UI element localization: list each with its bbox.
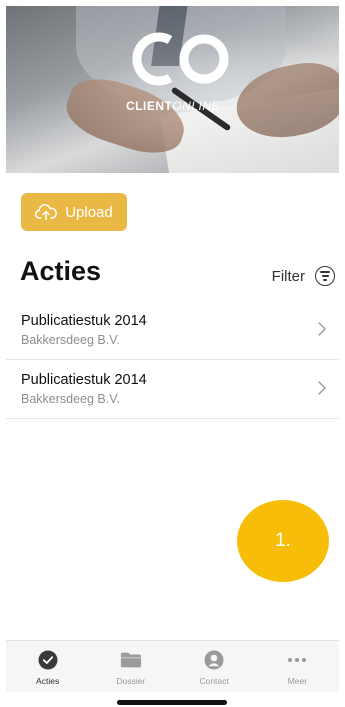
list-item[interactable]: Publicatiestuk 2014 Bakkersdeeg B.V. bbox=[6, 301, 339, 360]
cloud-upload-icon bbox=[35, 204, 58, 221]
actions-list: Publicatiestuk 2014 Bakkersdeeg B.V. Pub… bbox=[6, 301, 339, 419]
clientonline-logo-text: CLIENTONLINE bbox=[126, 99, 236, 113]
clientonline-logo-mark bbox=[132, 32, 229, 86]
logo-text-light: ONLINE bbox=[172, 99, 221, 113]
filter-label: Filter bbox=[271, 267, 305, 285]
more-dots-icon bbox=[286, 650, 308, 670]
list-item-subtitle: Bakkersdeeg B.V. bbox=[21, 333, 120, 347]
filter-icon bbox=[315, 266, 335, 286]
upload-button[interactable]: Upload bbox=[21, 193, 127, 231]
home-indicator bbox=[117, 700, 227, 705]
tab-label: Acties bbox=[36, 676, 60, 686]
tab-contact[interactable]: Contact bbox=[173, 641, 256, 692]
tab-label: Dossier bbox=[116, 676, 146, 686]
person-circle-icon bbox=[203, 650, 225, 670]
step-marker: 1. bbox=[237, 500, 329, 582]
tab-label: Contact bbox=[199, 676, 229, 686]
chevron-right-icon bbox=[318, 322, 326, 336]
check-circle-icon bbox=[37, 650, 59, 670]
tab-label: Meer bbox=[287, 676, 308, 686]
tab-bar: Acties Dossier Contact Meer bbox=[6, 640, 339, 692]
tab-acties[interactable]: Acties bbox=[6, 641, 89, 692]
upload-button-label: Upload bbox=[65, 203, 113, 221]
tab-dossier[interactable]: Dossier bbox=[89, 641, 172, 692]
folder-icon bbox=[120, 650, 142, 670]
list-item-title: Publicatiestuk 2014 bbox=[21, 313, 147, 329]
list-item-subtitle: Bakkersdeeg B.V. bbox=[21, 392, 120, 406]
list-item[interactable]: Publicatiestuk 2014 Bakkersdeeg B.V. bbox=[6, 360, 339, 419]
list-item-title: Publicatiestuk 2014 bbox=[21, 372, 147, 388]
filter-button[interactable]: Filter bbox=[272, 266, 335, 286]
chevron-right-icon bbox=[318, 381, 326, 395]
logo-text-bold: CLIENT bbox=[126, 99, 173, 113]
tab-meer[interactable]: Meer bbox=[256, 641, 339, 692]
page-title: Acties bbox=[20, 256, 102, 286]
